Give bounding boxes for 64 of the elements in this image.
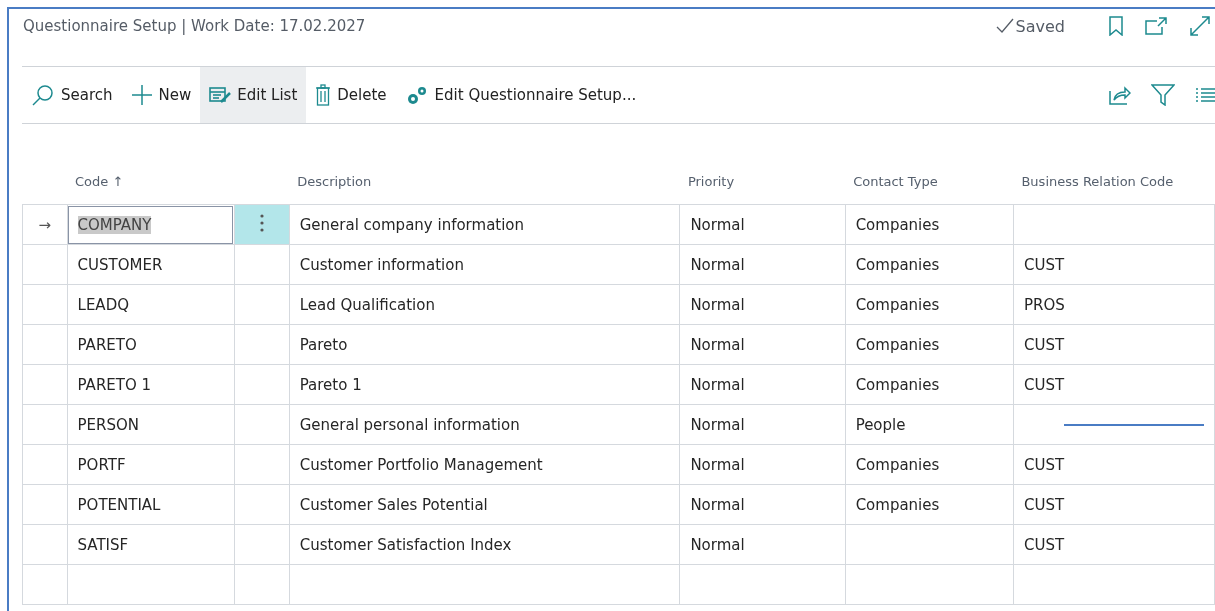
table-cell[interactable]: PORTF xyxy=(77,455,126,474)
table-cell: Companies xyxy=(855,375,940,394)
table-cell: Companies xyxy=(855,255,940,274)
trash-icon xyxy=(315,84,332,106)
table-cell: Normal xyxy=(690,535,745,554)
list-view-icon[interactable] xyxy=(1195,86,1215,104)
toolbar-button[interactable]: Delete xyxy=(306,67,396,123)
table-cell: Normal xyxy=(690,375,745,394)
table-cell: People xyxy=(855,415,906,434)
table-cell: Normal xyxy=(690,295,745,314)
table-cell: Normal xyxy=(690,415,745,434)
column-header[interactable]: Description xyxy=(289,138,680,205)
table-cell: General company information xyxy=(299,215,525,234)
edit-list-icon xyxy=(209,86,232,104)
table-cell[interactable]: PARETO xyxy=(77,335,137,354)
column-header[interactable]: Business Relation Code xyxy=(1013,138,1215,205)
table-cell: CUST xyxy=(1023,495,1065,514)
table-cell: Customer Portfolio Management xyxy=(299,455,543,474)
table-cell: PROS xyxy=(1023,295,1065,314)
open-in-new-window-icon[interactable] xyxy=(1145,17,1167,35)
table-cell: CUST xyxy=(1023,455,1065,474)
table-cell: Lead Qualification xyxy=(299,295,435,314)
more-options-icon[interactable] xyxy=(259,213,264,232)
table-cell: Customer Sales Potential xyxy=(299,495,488,514)
table-cell: Pareto xyxy=(299,335,348,354)
share-icon[interactable] xyxy=(1109,85,1131,105)
table-cell: Normal xyxy=(690,335,745,354)
toolbar-button[interactable]: Edit Questionnaire Setup... xyxy=(395,67,646,123)
table-cell[interactable]: LEADQ xyxy=(77,295,129,314)
table-cell: Companies xyxy=(855,495,940,514)
column-header[interactable]: Contact Type xyxy=(845,138,1014,205)
save-status: Saved xyxy=(1015,16,1065,36)
table-cell: CUST xyxy=(1023,375,1065,394)
current-row-arrow: → xyxy=(38,215,52,234)
table-cell: General personal information xyxy=(299,415,520,434)
table-cell: Normal xyxy=(690,255,745,274)
table-cell: Normal xyxy=(690,215,745,234)
table-cell: Companies xyxy=(855,295,940,314)
table-cell[interactable]: SATISF xyxy=(77,535,129,554)
table-cell: Normal xyxy=(690,495,745,514)
checkmark-icon xyxy=(995,18,1014,34)
table-cell: Normal xyxy=(690,455,745,474)
toolbar-button[interactable]: New xyxy=(121,67,201,123)
column-header[interactable]: Priority xyxy=(679,138,846,205)
toolbar-button[interactable]: Search xyxy=(22,67,122,123)
table-cell: Customer information xyxy=(299,255,464,274)
toolbar-button[interactable]: Edit List xyxy=(200,67,307,123)
table-cell[interactable]: PERSON xyxy=(77,415,140,434)
window-title: Questionnaire Setup | Work Date: 17.02.2027 xyxy=(23,17,367,35)
table-cell: Companies xyxy=(855,215,940,234)
expand-icon[interactable] xyxy=(1189,15,1211,37)
table-cell: CUST xyxy=(1023,255,1065,274)
table-cell: Customer Satisfaction Index xyxy=(299,535,512,554)
table-cell: CUST xyxy=(1023,535,1065,554)
column-header[interactable]: Code ↑ xyxy=(67,138,290,205)
table-cell: Companies xyxy=(855,455,940,474)
filter-icon[interactable] xyxy=(1151,84,1175,106)
search-icon xyxy=(31,83,55,107)
plus-icon xyxy=(130,84,153,106)
table-cell: Pareto 1 xyxy=(299,375,362,394)
table-cell: Companies xyxy=(855,335,940,354)
table-cell: CUST xyxy=(1023,335,1065,354)
bookmark-icon[interactable] xyxy=(1109,16,1123,36)
table-cell[interactable]: COMPANY xyxy=(77,215,152,234)
